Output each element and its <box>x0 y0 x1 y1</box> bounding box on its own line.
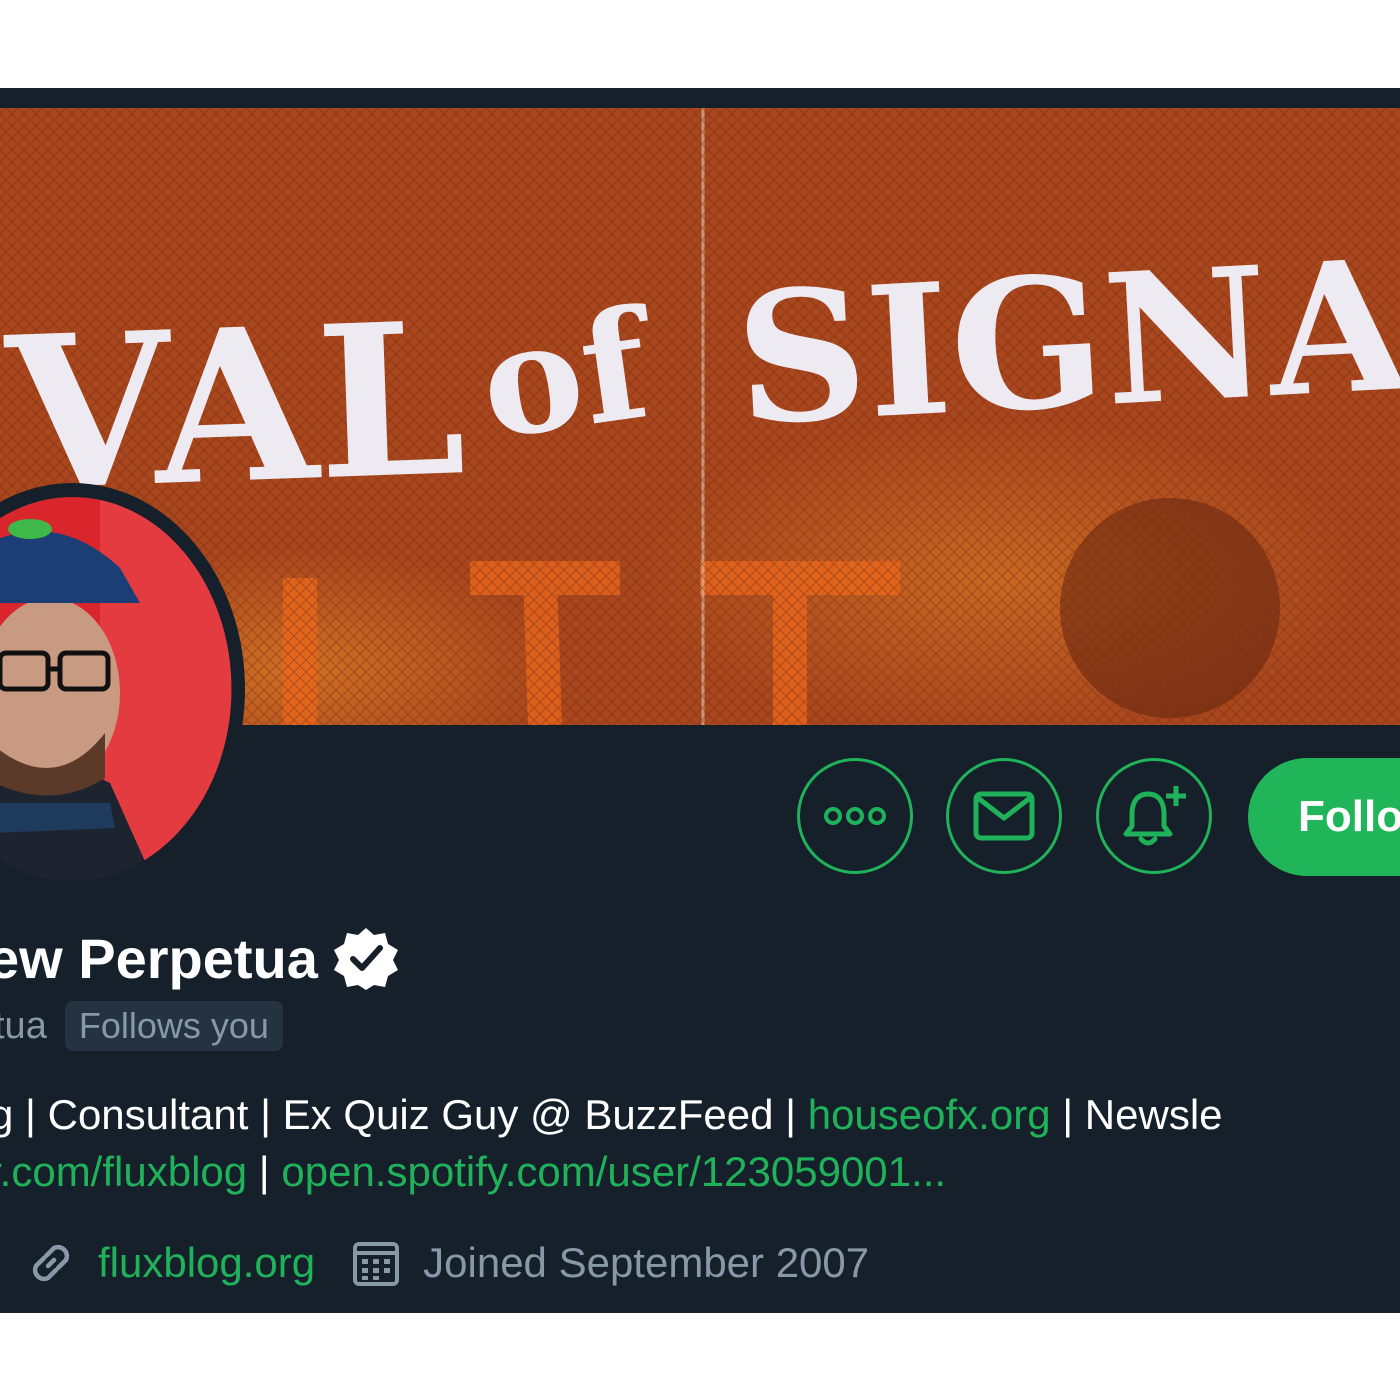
more-button[interactable] <box>797 758 913 874</box>
calendar-icon <box>353 1242 400 1286</box>
website-link[interactable]: fluxblog.org <box>98 1239 315 1287</box>
bio-line-2: r.com/fluxblog | open.spotify.com/user/1… <box>0 1148 946 1196</box>
follows-you-badge: Follows you <box>64 1001 283 1051</box>
display-name: ew Perpetua <box>0 926 318 990</box>
bio-text: | Newsle <box>1050 1091 1223 1138</box>
verified-badge-icon <box>333 928 398 990</box>
name-row: ew Perpetua <box>0 918 700 998</box>
envelope-icon <box>973 791 1035 841</box>
follow-button-label: Follo <box>1298 792 1400 841</box>
bio-separator: | <box>247 1148 282 1195</box>
user-handle: tua <box>0 1004 47 1047</box>
bio-link-fluxblog[interactable]: r.com/fluxblog <box>0 1148 247 1195</box>
bell-plus-icon <box>1123 786 1186 846</box>
link-icon <box>32 1244 70 1282</box>
join-date: Joined September 2007 <box>423 1239 870 1286</box>
bio-link-spotify[interactable]: open.spotify.com/user/123059001... <box>281 1148 946 1195</box>
bio-line-1: g | Consultant | Ex Quiz Guy @ BuzzFeed … <box>0 1091 1223 1139</box>
message-button[interactable] <box>946 758 1062 874</box>
handle-row: tua Follows you <box>0 998 283 1054</box>
banner-text-signa: SIGNA <box>731 220 1400 466</box>
more-horizontal-icon <box>824 807 886 825</box>
bio-link-houseofx[interactable]: houseofx.org <box>808 1091 1051 1138</box>
notify-button[interactable] <box>1096 758 1212 874</box>
bio-text: g | Consultant | Ex Quiz Guy @ BuzzFeed … <box>0 1091 808 1138</box>
follow-button[interactable]: Follo <box>1248 758 1400 876</box>
banner-text-of: of <box>471 275 667 473</box>
profile-meta: fluxblog.org Joined September 2007 <box>0 1233 869 1293</box>
profile-header: VAL of SIGNA Follo ew Perpetua ua Follow… <box>0 88 1400 1313</box>
